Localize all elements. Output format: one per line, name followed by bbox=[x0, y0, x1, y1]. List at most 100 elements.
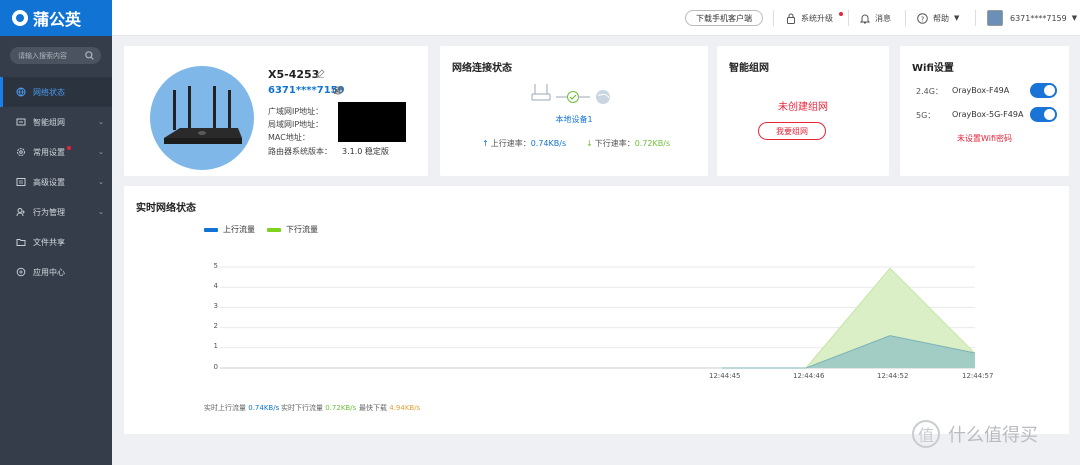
version-label: 路由器系统版本： bbox=[268, 147, 332, 156]
local-device-link[interactable]: 本地设备1 bbox=[440, 114, 708, 125]
router-icon bbox=[531, 84, 551, 101]
wifi-card: Wifi设置 2.4G： OrayBox-F49A 5G： OrayBox-5G… bbox=[900, 46, 1069, 176]
messages-button[interactable]: 消息 bbox=[860, 10, 891, 26]
upload-speed-label: 上行速率： bbox=[490, 139, 531, 148]
sidebar-item-label: 行为管理 bbox=[33, 207, 65, 217]
version-value: 3.1.0 稳定版 bbox=[342, 147, 389, 156]
sidebar: 请输入搜索内容 网络状态 智能组网 ⌄ 常用设置 ⌄ 高级设置 ⌄ 行为管理 ⌄… bbox=[0, 36, 112, 465]
mesh-card: 智能组网 未创建组网 我要组网 bbox=[717, 46, 889, 176]
summary-peak: 最快下载 4.94KB/s bbox=[359, 403, 420, 413]
watermark: 值 什么值得买 bbox=[912, 420, 1038, 448]
chevron-down-icon: ⌄ bbox=[98, 118, 104, 126]
summary-download-value: 0.72KB/s bbox=[325, 404, 357, 412]
upload-speed-value: 0.74KB/s bbox=[530, 139, 567, 148]
chevron-down-icon: ▼ bbox=[954, 14, 960, 22]
traffic-chart bbox=[220, 266, 976, 369]
summary-upload-label: 实时上行流量 bbox=[204, 404, 246, 412]
help-icon: ? bbox=[917, 12, 928, 24]
user-control-icon bbox=[16, 208, 25, 217]
check-icon bbox=[567, 91, 579, 103]
svg-text:?: ? bbox=[921, 15, 925, 23]
set-wifi-password-link[interactable]: 未设置Wifi密码 bbox=[900, 133, 1069, 144]
search-input[interactable]: 请输入搜索内容 bbox=[10, 47, 101, 64]
sidebar-item-behavior-management[interactable]: 行为管理 ⌄ bbox=[0, 197, 112, 227]
summary-upload-value: 0.74KB/s bbox=[248, 404, 280, 412]
top-bar: 蒲公英 下载手机客户端 系统升级 消息 ? 帮助 ▼ 6371****7159 … bbox=[0, 0, 1080, 36]
sidebar-item-smart-network[interactable]: 智能组网 ⌄ bbox=[0, 107, 112, 137]
app-name: 蒲公英 bbox=[33, 10, 82, 29]
create-mesh-button[interactable]: 我要组网 bbox=[758, 122, 826, 140]
wifi-24g-toggle[interactable] bbox=[1030, 83, 1057, 98]
summary-peak-value: 4.94KB/s bbox=[389, 404, 421, 412]
folder-icon bbox=[16, 239, 26, 246]
x-tick: 12:44:57 bbox=[962, 372, 994, 380]
wan-ip-label: 广域网IP地址： bbox=[268, 107, 324, 116]
download-speed-value: 0.72KB/s bbox=[634, 139, 671, 148]
connection-title: 网络连接状态 bbox=[452, 63, 512, 74]
smzdm-logo-icon: 值 bbox=[912, 420, 940, 448]
globe-icon bbox=[16, 87, 26, 97]
wifi-band-label: 5G： bbox=[916, 111, 936, 120]
realtime-card: 实时网络状态 上行流量 下行流量 5 4 3 2 1 0 12:44:45 12… bbox=[124, 186, 1069, 434]
sidebar-item-label: 高级设置 bbox=[33, 177, 65, 187]
help-menu[interactable]: ? 帮助 ▼ bbox=[917, 10, 959, 26]
messages-label: 消息 bbox=[875, 13, 891, 23]
sidebar-item-label: 文件共享 bbox=[33, 237, 65, 247]
sidebar-item-app-center[interactable]: 应用中心 bbox=[0, 257, 112, 287]
summary-download: 实时下行流量 0.72KB/s bbox=[281, 403, 356, 413]
sidebar-item-network-status[interactable]: 网络状态 bbox=[0, 77, 112, 107]
lan-ip-label: 局域网IP地址： bbox=[268, 120, 324, 129]
separator bbox=[848, 10, 849, 26]
sidebar-item-label: 应用中心 bbox=[33, 267, 65, 277]
sidebar-item-common-settings[interactable]: 常用设置 ⌄ bbox=[0, 137, 112, 167]
edit-icon[interactable] bbox=[316, 69, 325, 81]
app-logo[interactable]: 蒲公英 bbox=[0, 0, 112, 36]
arrow-up-icon: ↑ bbox=[482, 139, 489, 148]
sidebar-item-label: 常用设置 bbox=[33, 147, 65, 157]
account-menu[interactable]: 6371****7159 ▼ bbox=[987, 10, 1077, 26]
download-speed-label: 下行速率： bbox=[594, 139, 635, 148]
gear-icon bbox=[17, 148, 25, 156]
sliders-icon bbox=[16, 178, 26, 186]
lock-icon bbox=[787, 13, 795, 24]
search-placeholder: 请输入搜索内容 bbox=[18, 51, 67, 60]
sidebar-item-advanced-settings[interactable]: 高级设置 ⌄ bbox=[0, 167, 112, 197]
wifi-ssid: OrayBox-F49A bbox=[952, 86, 1010, 95]
sidebar-item-label: 智能组网 bbox=[33, 117, 65, 127]
eye-off-icon[interactable] bbox=[332, 86, 344, 98]
mesh-title: 智能组网 bbox=[729, 63, 769, 74]
bell-icon bbox=[860, 14, 870, 23]
system-upgrade-label: 系统升级 bbox=[801, 13, 833, 23]
connection-card: 网络连接状态 本地设备1 ↑ 上行速率： 0.74KB/s ↓ 下行速率： 0.… bbox=[440, 46, 708, 176]
connection-diagram bbox=[531, 84, 610, 104]
chevron-down-icon: ⌄ bbox=[98, 208, 104, 216]
chevron-down-icon: ⌄ bbox=[98, 178, 104, 186]
router-image bbox=[150, 66, 254, 170]
x-tick: 12:44:52 bbox=[877, 372, 909, 380]
settings-badge bbox=[67, 146, 71, 150]
system-upgrade-button[interactable]: 系统升级 bbox=[786, 10, 833, 26]
download-speed: ↓ 下行速率： 0.72KB/s bbox=[586, 138, 670, 149]
globe-icon bbox=[596, 90, 610, 104]
wifi-ssid: OrayBox-5G-F49A bbox=[952, 110, 1024, 119]
search-icon[interactable] bbox=[85, 51, 94, 60]
x-tick: 12:44:46 bbox=[793, 372, 825, 380]
chevron-down-icon: ⌄ bbox=[98, 148, 104, 156]
logo-icon bbox=[12, 10, 28, 26]
separator bbox=[975, 10, 976, 26]
upgrade-badge bbox=[839, 12, 843, 16]
arrow-down-icon: ↓ bbox=[586, 139, 593, 148]
apps-icon bbox=[16, 267, 26, 277]
chevron-down-icon: ▼ bbox=[1071, 14, 1078, 22]
wifi-title: Wifi设置 bbox=[912, 63, 954, 74]
download-client-button[interactable]: 下载手机客户端 bbox=[685, 10, 763, 26]
device-card: X5-4253 6371****7159 广域网IP地址： 局域网IP地址： M… bbox=[124, 46, 428, 176]
x-tick: 12:44:45 bbox=[709, 372, 741, 380]
upload-speed: ↑ 上行速率： 0.74KB/s bbox=[482, 138, 566, 149]
wifi-5g-toggle[interactable] bbox=[1030, 107, 1057, 122]
mac-label: MAC地址： bbox=[268, 133, 310, 142]
separator bbox=[773, 10, 774, 26]
sidebar-item-file-sharing[interactable]: 文件共享 bbox=[0, 227, 112, 257]
help-label: 帮助 bbox=[933, 13, 949, 23]
mesh-status: 未创建组网 bbox=[778, 102, 828, 113]
